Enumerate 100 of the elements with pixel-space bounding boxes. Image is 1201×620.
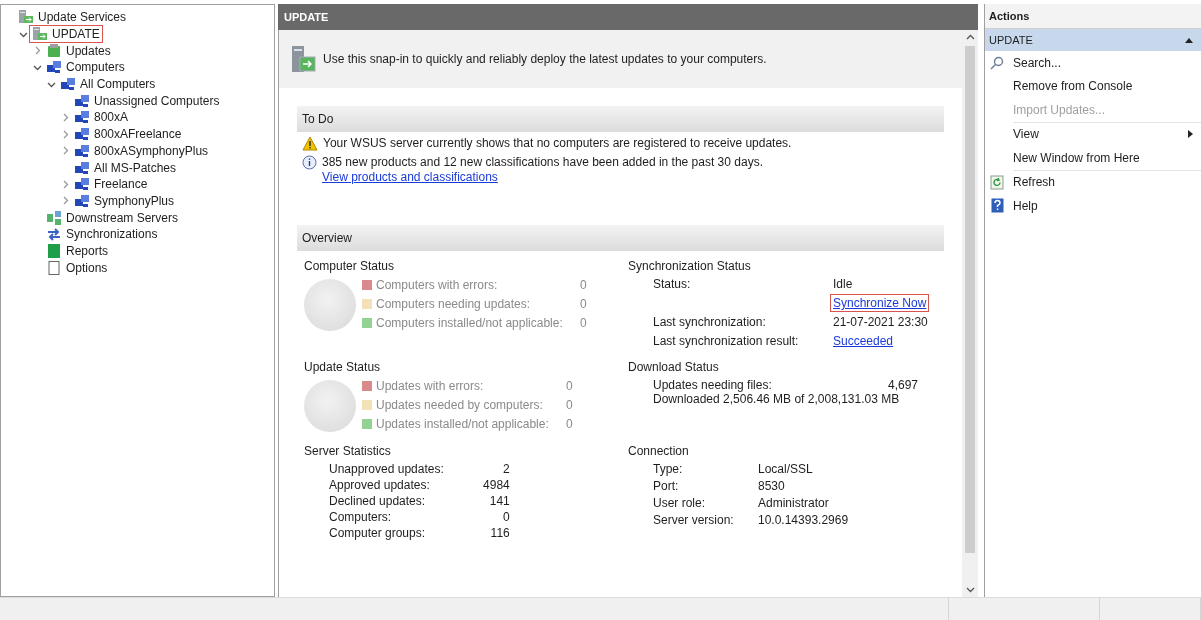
legend-label: Updates installed/not applicable: [376,417,549,432]
tree-item[interactable]: SymphonyPlus [71,191,178,210]
stat-label: Computer groups: [329,526,427,540]
section-title: Update Status [304,360,382,374]
legend-label: Computers with errors: [376,277,499,292]
legend-value: 0 [565,378,573,393]
section-title: Download Status [628,360,720,374]
collapse-triangle-icon[interactable] [1185,37,1193,43]
action-item[interactable]: New Window from Here [985,146,1201,170]
legend-label: Computers installed/not applicable: [376,316,563,331]
tree-item[interactable]: Unassigned Computers [71,91,223,110]
tree-item[interactable]: 800xAFreelance [71,125,185,144]
legend-label: Updates needed by computers: [376,398,544,412]
connection-value: 10.0.14393.2969 [758,513,849,527]
computers-icon [74,92,90,109]
stat-value: 141 [488,494,510,508]
search-icon [990,55,1004,70]
status-link[interactable]: Synchronize Now [830,294,930,312]
tree-item[interactable]: 800xA [71,108,132,127]
submenu-arrow-icon [1188,130,1193,139]
status-value: 21-07-2021 23:30 [832,314,929,331]
tree-item[interactable]: Downstream Servers [43,208,182,227]
stat-label: Unapproved updates: [329,462,444,476]
connection-label: Type: [653,462,684,476]
status-link[interactable]: Succeeded [830,332,897,350]
connection-label: Server version: [653,513,735,527]
empty-pie-chart [304,380,356,432]
computers-icon [46,59,62,76]
action-item[interactable]: View [985,122,1201,146]
action-item[interactable]: Remove from Console [985,74,1201,98]
stat-value: 116 [489,526,510,540]
vertical-scrollbar[interactable] [962,30,978,597]
action-item[interactable]: Refresh [985,170,1201,194]
computers-icon [74,126,90,143]
view-products-link[interactable]: View products and classifications [322,170,498,184]
computers-icon [60,76,76,93]
download-progress-text: Downloaded 2,506.46 MB of 2,008,131.03 MB [653,392,901,406]
reports-icon [46,242,62,259]
section-header: Overview [297,225,944,251]
tree-item[interactable]: Freelance [71,175,151,194]
downstream-servers-icon [46,209,62,226]
message-text: Your WSUS server currently shows that no computers are registered to receive updates. [323,136,792,151]
stat-value: 2 [502,462,510,476]
empty-pie-chart [304,279,356,331]
legend-label: Updates with errors: [376,378,485,393]
download-value: 4,697 [887,378,918,392]
intro-text: Use this snap-in to quickly and reliably deploy the latest updates to your computers. [323,52,767,66]
refresh-icon [990,174,1004,190]
tree-item[interactable]: UPDATE [29,25,103,44]
section-title: Server Statistics [304,444,392,458]
tree-item[interactable]: Updates [43,41,114,60]
section-title: Connection [628,444,690,458]
download-label: Updates needing files: [653,378,772,392]
warning-icon [302,136,318,151]
tree-item[interactable]: All Computers [57,75,159,94]
connection-label: User role: [653,496,706,510]
computers-icon [74,192,90,209]
legend-value: 0 [565,417,573,432]
tree-item[interactable]: All MS-Patches [71,158,180,177]
computers-icon [74,176,90,193]
section-title: Synchronization Status [628,259,752,273]
connection-value: Administrator [758,496,830,510]
legend-value: 0 [579,297,587,311]
help-icon [990,198,1004,214]
action-group-header[interactable]: UPDATE [985,29,1201,51]
stat-value: 4984 [482,478,510,492]
status-value: Idle [832,276,854,293]
connection-value: 8530 [758,479,786,493]
tree-item[interactable]: Computers [43,58,128,77]
info-icon [302,155,317,170]
stat-label: Approved updates: [329,478,431,492]
pane-title: UPDATE [278,4,978,30]
updates-icon [46,42,62,59]
stat-label: Computers: [329,510,393,524]
legend-value: 0 [579,316,587,331]
tree-item[interactable]: Synchronizations [43,225,161,244]
server-icon [291,44,317,74]
computers-icon [74,109,90,126]
tree-item[interactable]: Options [43,258,111,277]
tree-item[interactable]: 800xASymphonyPlus [71,141,212,160]
section-header: To Do [297,106,944,132]
legend-value: 0 [565,398,573,412]
tree-item[interactable]: Reports [43,241,112,260]
status-label: Status: [653,277,692,291]
section-title: Computer Status [304,259,396,273]
tree-item[interactable]: Update Services [15,8,130,27]
stat-label: Declined updates: [329,494,427,508]
server-icon [32,26,48,43]
stat-value: 0 [502,510,510,524]
action-item[interactable]: Help [985,194,1201,218]
connection-label: Port: [653,479,680,493]
pane-title: Actions [985,4,1201,29]
options-icon [46,259,62,276]
message-text: 385 new products and 12 new classifications have been added in the past 30 days. View products and classifications [322,155,764,185]
action-item[interactable]: Search... [985,51,1201,75]
sync-icon [46,226,62,243]
legend-label: Computers needing updates: [376,297,532,311]
connection-value: Local/SSL [758,462,814,476]
status-label: Last synchronization: [653,315,767,329]
status-label: Last synchronization result: [653,334,800,348]
